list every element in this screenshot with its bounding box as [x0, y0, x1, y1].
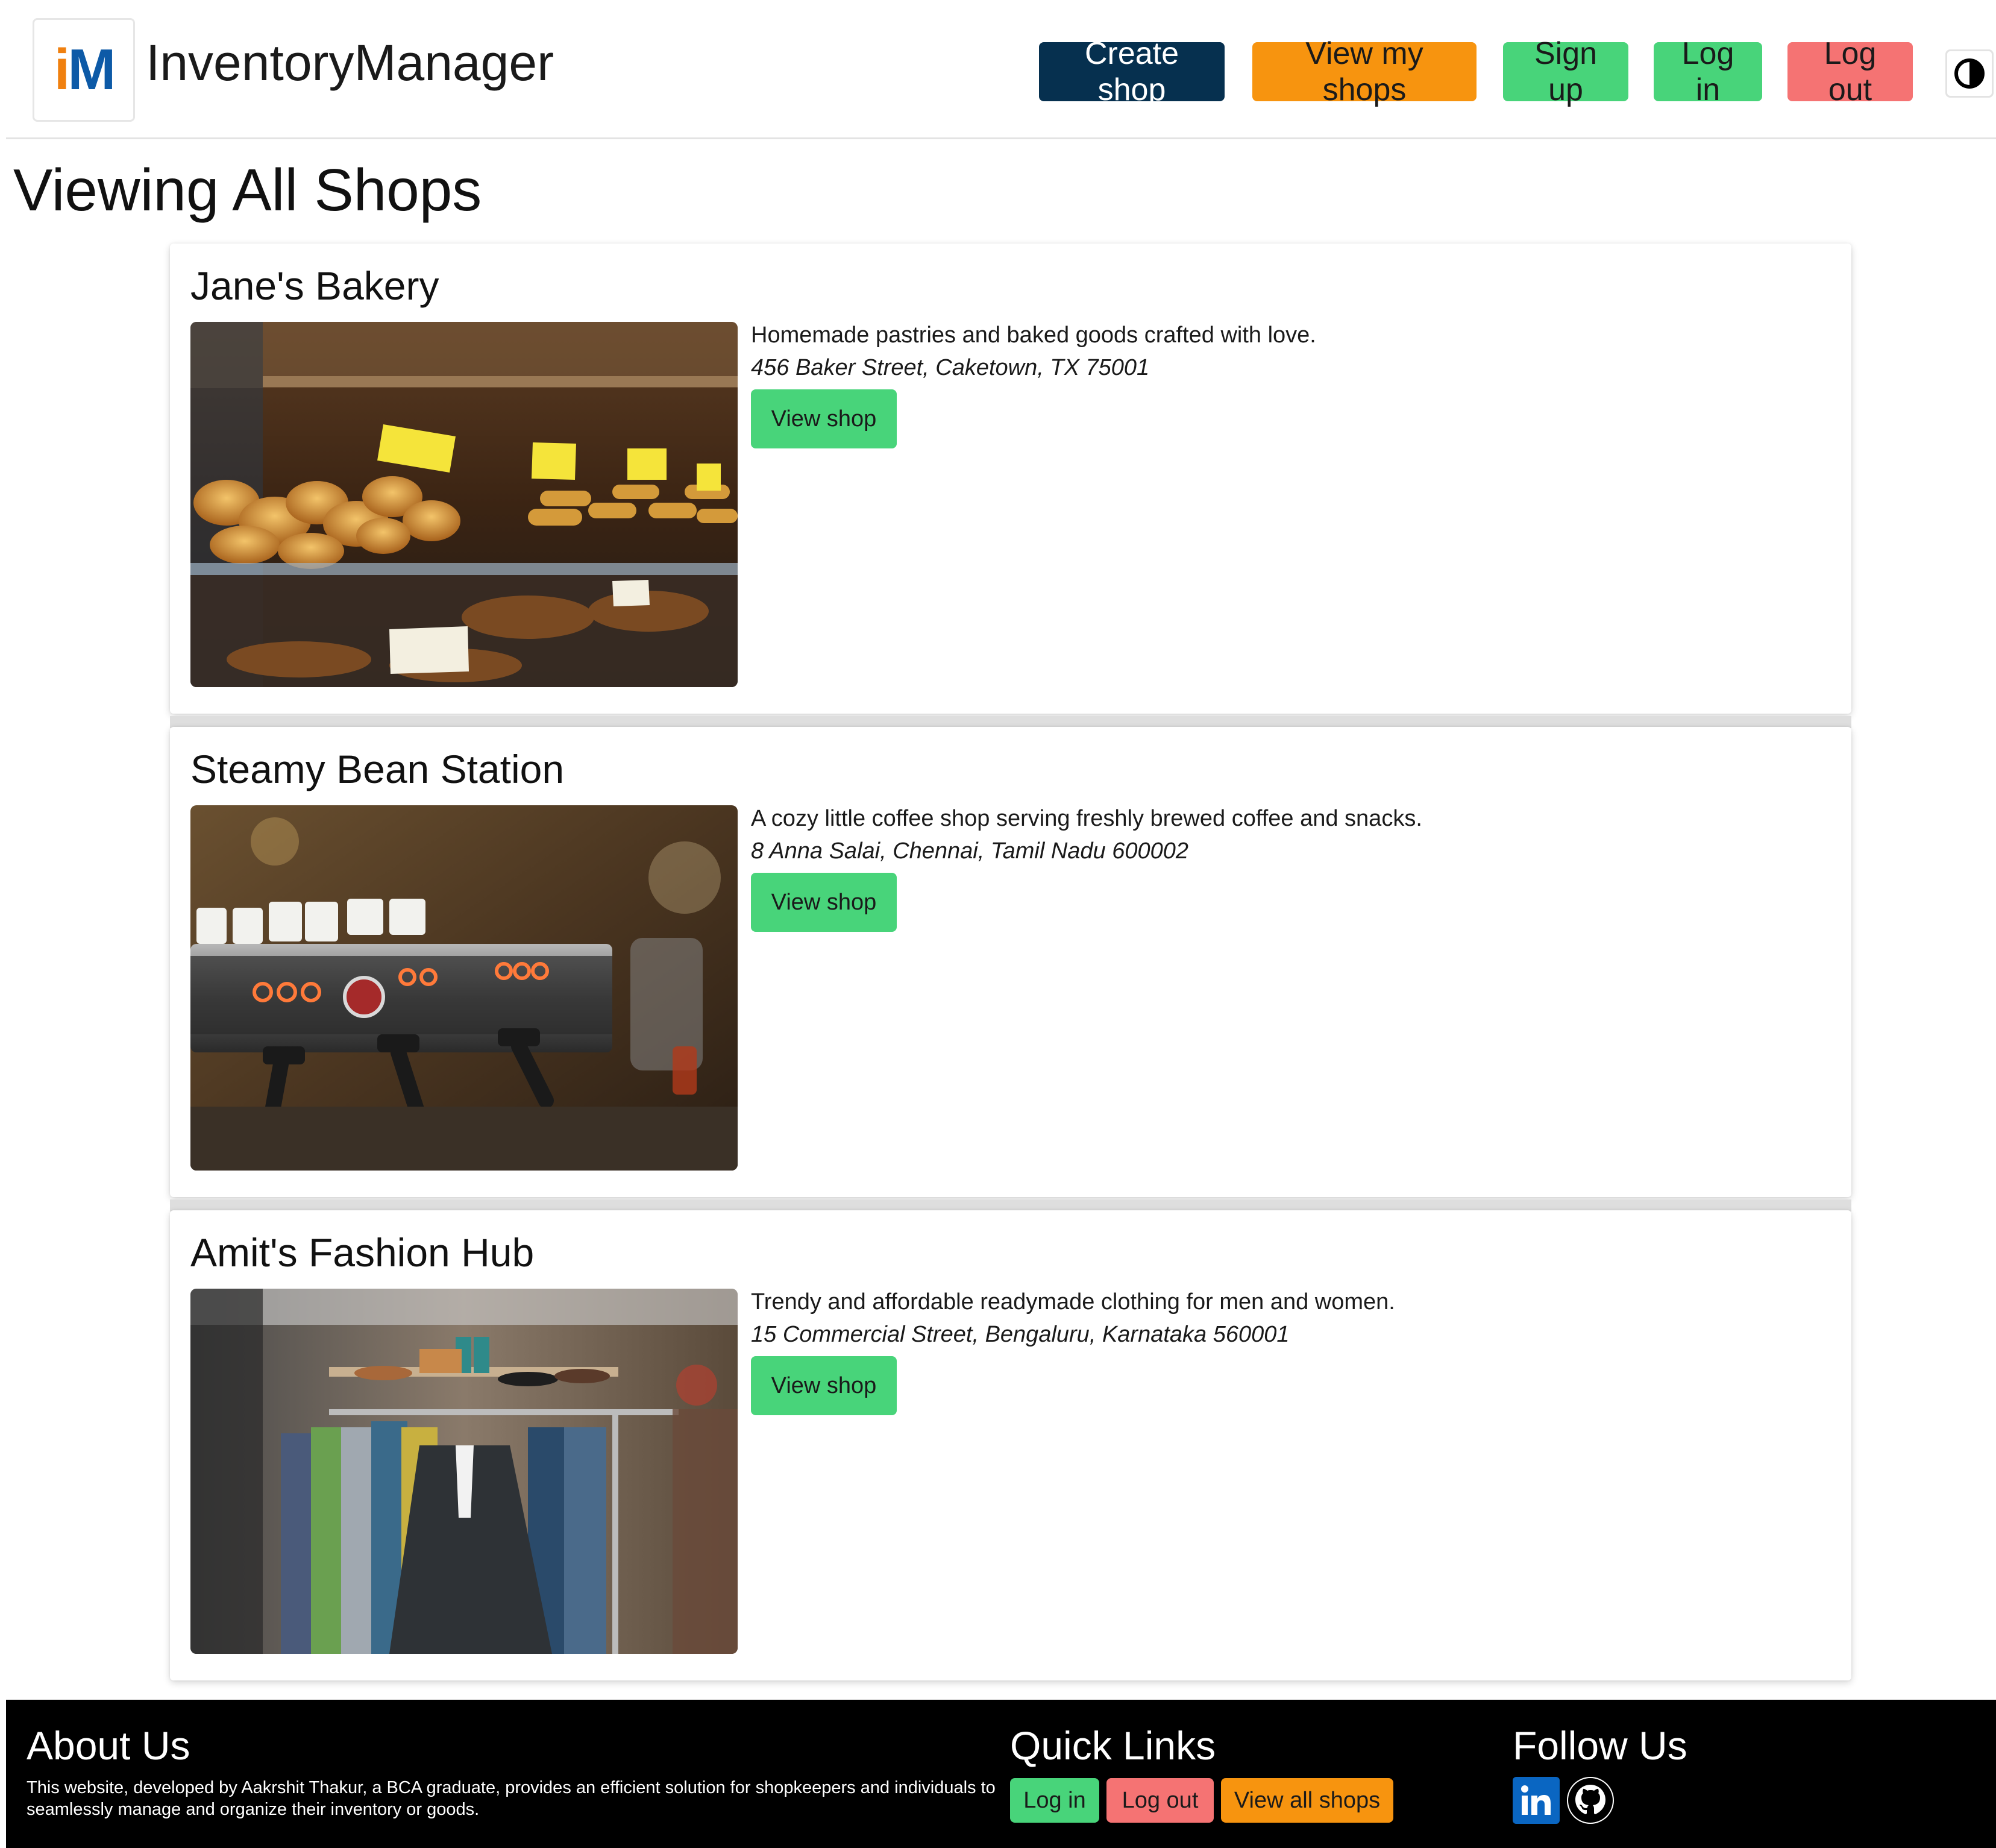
create-shop-button[interactable]: Create shop: [1039, 36, 1225, 107]
shop-card: Jane's Bakery Homemade pastries and bake…: [170, 244, 1851, 714]
logo[interactable]: iM: [33, 18, 135, 122]
site-footer: About Us This website, developed by Aakr…: [6, 1700, 1996, 1848]
card-divider: [170, 1199, 1851, 1212]
card-divider: [170, 716, 1851, 728]
about-text: This website, developed by Aakrshit Thak…: [27, 1778, 996, 1820]
github-icon[interactable]: [1567, 1777, 1614, 1824]
shop-address: 8 Anna Salai, Chennai, Tamil Nadu 600002: [751, 838, 1189, 864]
footer-log-in-button[interactable]: Log in: [1010, 1778, 1099, 1823]
view-shop-button[interactable]: View shop: [751, 389, 897, 448]
contrast-icon: [1954, 58, 1985, 89]
page-title: Viewing All Shops: [13, 157, 482, 223]
clothing-rack-image: [190, 1289, 738, 1654]
shop-description: Trendy and affordable readymade clothing…: [751, 1289, 1395, 1315]
about-heading: About Us: [27, 1723, 190, 1768]
shop-description: A cozy little coffee shop serving freshl…: [751, 806, 1422, 831]
shop-name: Jane's Bakery: [190, 263, 439, 308]
shop-description: Homemade pastries and baked goods crafte…: [751, 322, 1316, 348]
bakery-display-image: [190, 322, 738, 687]
shop-card: Amit's Fashion Hub Trendy and affordable…: [170, 1210, 1851, 1680]
linkedin-icon[interactable]: [1513, 1777, 1560, 1824]
shop-name: Amit's Fashion Hub: [190, 1230, 535, 1275]
footer-view-all-shops-button[interactable]: View all shops: [1221, 1778, 1393, 1823]
theme-toggle-button[interactable]: [1945, 49, 1994, 98]
logo-letter-m: M: [67, 37, 116, 102]
quick-links-heading: Quick Links: [1010, 1723, 1216, 1768]
footer-log-out-button[interactable]: Log out: [1106, 1778, 1214, 1823]
log-out-button[interactable]: Log out: [1787, 36, 1913, 107]
espresso-machine-image: [190, 805, 738, 1171]
shop-address: 15 Commercial Street, Bengaluru, Karnata…: [751, 1322, 1290, 1347]
logo-letter-i: i: [54, 37, 71, 102]
brand-name[interactable]: InventoryManager: [146, 37, 554, 88]
sign-up-button[interactable]: Sign up: [1503, 36, 1628, 107]
view-shop-button[interactable]: View shop: [751, 1356, 897, 1415]
view-shop-button[interactable]: View shop: [751, 873, 897, 932]
view-my-shops-button[interactable]: View my shops: [1252, 36, 1477, 107]
shop-card: Steamy Bean Station A cozy little coffee…: [170, 727, 1851, 1197]
shop-name: Steamy Bean Station: [190, 747, 565, 791]
follow-us-heading: Follow Us: [1513, 1723, 1687, 1768]
log-in-button[interactable]: Log in: [1654, 36, 1762, 107]
shop-address: 456 Baker Street, Caketown, TX 75001: [751, 355, 1150, 380]
site-header: iM InventoryManager Create shop View my …: [6, 0, 1996, 139]
